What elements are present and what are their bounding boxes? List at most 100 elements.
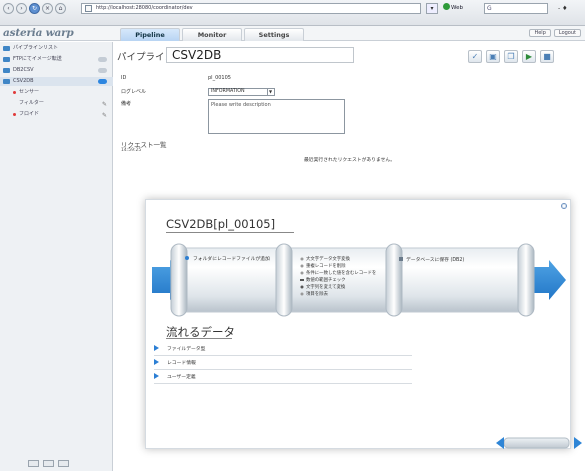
transform-step-icon xyxy=(300,264,304,268)
address-bar[interactable]: http://localhost:28080/coordinator/dev xyxy=(81,3,421,14)
loglevel-label: ログレベル xyxy=(121,89,147,95)
flow-row-file-data[interactable]: ファイルデータ型 xyxy=(154,344,412,356)
transform-step-icon xyxy=(300,257,304,261)
tab-monitor[interactable]: Monitor xyxy=(182,28,242,41)
transform-step-label: 大文字データ文字変換 xyxy=(306,255,351,262)
pipeline-name-input[interactable]: CSV2DB xyxy=(166,47,354,63)
input-step-label: フォルダにレコードファイルが追加 xyxy=(193,255,270,262)
page-icon xyxy=(85,5,92,12)
transform-step-icon xyxy=(300,285,304,289)
pipeline-diagram-panel: ○ CSV2DB[pl_00105] フォルダにレコードファイルが追加 大文字デ… xyxy=(145,199,571,449)
sidebar-footer xyxy=(28,460,69,467)
title-underline xyxy=(166,232,294,233)
main-content: パイプライン名 CSV2DB ✓ ▣ ❐ ▶ ■ ID pl_00105 ログレ… xyxy=(114,42,585,471)
stop-icon[interactable]: × xyxy=(42,3,53,14)
prev-arrow-icon xyxy=(496,437,504,449)
folder-icon xyxy=(3,46,10,51)
run-icon[interactable]: ▶ xyxy=(522,50,536,63)
flow-title-underline xyxy=(166,338,232,339)
output-step-label: データベースに保存 (DB2) xyxy=(406,256,464,263)
sidebar-item-pipeline-list[interactable]: パイプラインリスト xyxy=(0,44,113,53)
tab-pipeline[interactable]: Pipeline xyxy=(120,28,180,41)
expand-arrow-icon xyxy=(154,373,159,379)
flow-row-user-defined[interactable]: ユーザー定義 xyxy=(154,372,412,384)
sidebar-item-ftp[interactable]: FTPにてイメージ転送 xyxy=(0,55,113,64)
transform-step-label: 数値の範囲チェック xyxy=(306,276,346,283)
help-button[interactable]: Help xyxy=(529,29,551,37)
request-time: 14:59:25 xyxy=(121,148,142,153)
pipeline-icon xyxy=(3,68,10,73)
footer-button[interactable] xyxy=(43,460,54,467)
main-tabs: Pipeline Monitor Settings xyxy=(120,28,304,41)
close-icon[interactable]: ○ xyxy=(561,203,567,209)
back-icon[interactable]: ‹ xyxy=(3,3,14,14)
bullet-icon xyxy=(13,91,16,94)
pipeline-icon xyxy=(3,79,10,84)
transform-step-label: 文字列を変えて変換 xyxy=(306,283,346,290)
navigation-arrows xyxy=(496,437,582,449)
input-step-icon xyxy=(185,256,189,260)
address-dropdown-icon[interactable]: ▾ xyxy=(426,3,438,14)
memo-textarea[interactable]: Please write description xyxy=(208,99,345,134)
pipe-diagram: フォルダにレコードファイルが追加 大文字データ文字変換 重複レコードを削除 条件… xyxy=(152,243,566,317)
chevron-down-icon: ▼ xyxy=(267,89,273,95)
app-logo: asteria warp xyxy=(3,27,74,39)
next-arrow-icon xyxy=(574,437,582,449)
check-icon[interactable]: ✓ xyxy=(468,50,482,63)
bullet-icon xyxy=(13,113,16,116)
output-arrow-icon xyxy=(531,260,566,300)
toggle-icon[interactable] xyxy=(98,68,107,73)
wrench-icon[interactable]: ✎ xyxy=(102,100,107,109)
pipe-ring xyxy=(385,243,403,317)
id-value: pl_00105 xyxy=(208,75,231,81)
transform-step-label: 重複レコードを削除 xyxy=(306,262,346,269)
pipeline-icon xyxy=(3,57,10,62)
expand-arrow-icon xyxy=(154,359,159,365)
sidebar-item-floyd[interactable]: フロイド ✎ xyxy=(0,110,113,119)
toggle-icon[interactable] xyxy=(98,57,107,62)
browser-nav-buttons: ‹ › ↻ × ⌂ xyxy=(3,3,66,14)
loglevel-select[interactable]: INFORMATION ▼ xyxy=(208,88,275,96)
output-step-icon xyxy=(399,257,403,261)
memo-label: 備考 xyxy=(121,101,132,107)
id-label: ID xyxy=(121,75,127,81)
transform-step-icon xyxy=(300,279,304,281)
expand-arrow-icon xyxy=(154,345,159,351)
web-search-button[interactable]: Web xyxy=(443,3,463,14)
browser-menu-icon[interactable]: - ♦ xyxy=(558,3,567,14)
toolbar: ✓ ▣ ❐ ▶ ■ xyxy=(468,50,554,63)
flow-row-record-info[interactable]: レコード情報 xyxy=(154,358,412,370)
app-header: asteria warp Pipeline Monitor Settings H… xyxy=(0,26,585,41)
copy-icon[interactable]: ❐ xyxy=(504,50,518,63)
transform-step-label: 条件に一致した値を含むレコードを xyxy=(306,269,376,276)
logout-button[interactable]: Logout xyxy=(553,29,581,37)
sidebar-item-db2csv[interactable]: DB2CSV xyxy=(0,66,113,75)
diagram-title: CSV2DB[pl_00105] xyxy=(166,217,276,231)
stop-icon[interactable]: ■ xyxy=(540,50,554,63)
toggle-icon[interactable] xyxy=(98,79,107,84)
sidebar-item-sensor[interactable]: センサー xyxy=(0,88,113,97)
footer-button[interactable] xyxy=(28,460,39,467)
pipe-ring xyxy=(170,243,188,317)
refresh-icon[interactable]: ↻ xyxy=(29,3,40,14)
no-requests-message: 最近実行されたリクエストがありません。 xyxy=(304,158,395,163)
save-icon[interactable]: ▣ xyxy=(486,50,500,63)
header-buttons: Help Logout xyxy=(529,29,581,37)
transform-step-label: 項目を除去 xyxy=(306,290,329,297)
sidebar: パイプラインリスト FTPにてイメージ転送 DB2CSV CSV2DB センサー… xyxy=(0,42,113,471)
sidebar-item-csv2db[interactable]: CSV2DB xyxy=(0,77,113,86)
pipe-ring xyxy=(275,243,293,317)
browser-toolbar: ‹ › ↻ × ⌂ http://localhost:28080/coordin… xyxy=(0,0,585,26)
go-icon xyxy=(443,3,450,10)
search-input[interactable]: G xyxy=(484,3,548,14)
transform-step-icon xyxy=(300,292,304,296)
sidebar-item-filter[interactable]: フィルター ✎ xyxy=(0,99,113,108)
tab-settings[interactable]: Settings xyxy=(244,28,304,41)
footer-button[interactable] xyxy=(58,460,69,467)
home-icon[interactable]: ⌂ xyxy=(55,3,66,14)
address-url: http://localhost:28080/coordinator/dev xyxy=(96,5,193,11)
pipe-ring xyxy=(517,243,535,317)
wrench-icon[interactable]: ✎ xyxy=(102,111,107,120)
forward-icon[interactable]: › xyxy=(16,3,27,14)
transform-step-icon xyxy=(300,271,304,275)
